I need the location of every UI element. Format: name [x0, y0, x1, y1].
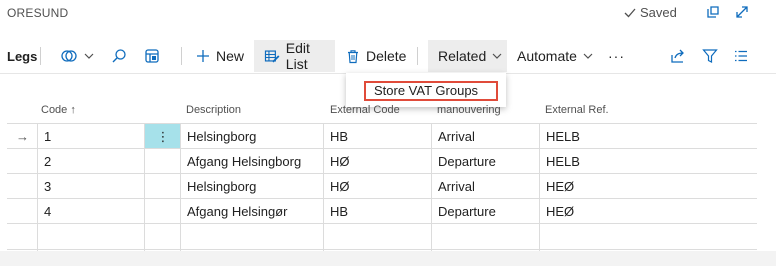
page-header: ORESUND Saved	[0, 0, 776, 28]
cell-manouvering[interactable]: Departure	[438, 149, 496, 174]
more-options-icon: ···	[608, 48, 625, 64]
cell-external-ref[interactable]: HEØ	[546, 174, 574, 199]
chevron-down-icon	[492, 53, 502, 59]
filter-pane-icon	[61, 50, 77, 62]
grid-column-divider	[37, 123, 38, 251]
grid-column-divider	[180, 123, 181, 251]
chevron-down-icon	[583, 53, 593, 59]
cell-code[interactable]: 1	[44, 124, 51, 149]
cell-external-code[interactable]: HB	[330, 124, 348, 149]
cell-external-code[interactable]: HØ	[330, 149, 350, 174]
trash-icon	[348, 49, 358, 63]
column-header-manouvering[interactable]: manouvering	[437, 98, 501, 122]
new-button-label: New	[216, 48, 245, 64]
toolbar-divider	[40, 47, 41, 65]
cell-description[interactable]: Helsingborg	[187, 124, 256, 149]
toolbar-divider	[417, 47, 418, 65]
toolbar-divider	[181, 47, 182, 65]
save-status: Saved	[623, 5, 677, 20]
search-icon	[112, 49, 126, 63]
cell-code[interactable]: 3	[44, 174, 51, 199]
filter-pane-toggle-button[interactable]	[60, 40, 94, 72]
list-view-button[interactable]	[733, 40, 749, 72]
cell-description[interactable]: Afgang Helsingborg	[187, 149, 301, 174]
cell-manouvering[interactable]: Departure	[438, 199, 496, 224]
table-row[interactable]: 2 Afgang Helsingborg HØ Departure HELB	[7, 148, 757, 174]
cell-external-ref[interactable]: HEØ	[546, 199, 574, 224]
cell-external-ref[interactable]: HELB	[546, 149, 580, 174]
plus-icon	[197, 50, 209, 62]
tab-legs[interactable]: Legs	[7, 40, 37, 72]
cell-external-code[interactable]: HØ	[330, 174, 350, 199]
current-row-arrow-icon: →	[16, 129, 29, 144]
chevron-down-icon	[84, 53, 94, 59]
column-header-code-label: Code	[41, 104, 68, 116]
new-button[interactable]: New	[196, 40, 244, 72]
cell-code[interactable]: 2	[44, 149, 51, 174]
cell-manouvering[interactable]: Arrival	[438, 174, 475, 199]
more-options-button[interactable]: ···	[608, 40, 625, 72]
automate-button-label: Automate	[517, 48, 577, 64]
column-header-code[interactable]: Code ↑	[41, 98, 76, 122]
related-menu-button[interactable]: Related	[428, 40, 507, 72]
row-actions-button[interactable]: ⋮	[145, 124, 181, 149]
list-icon	[735, 50, 747, 62]
delete-button-label: Delete	[366, 48, 407, 64]
cell-description[interactable]: Helsingborg	[187, 174, 256, 199]
table-row[interactable]: 3 Helsingborg HØ Arrival HEØ	[7, 173, 757, 199]
edit-list-button-label: Edit List	[285, 40, 310, 72]
cell-code[interactable]: 4	[44, 199, 51, 224]
filter-button[interactable]	[702, 40, 718, 72]
delete-button[interactable]: Delete	[346, 40, 406, 72]
edit-list-icon	[264, 50, 280, 63]
column-header-description[interactable]: Description	[186, 98, 241, 122]
grid-column-divider	[323, 123, 324, 251]
grid-column-divider	[144, 123, 145, 251]
grid-column-divider	[431, 123, 432, 251]
sort-ascending-icon: ↑	[70, 104, 76, 116]
cell-manouvering[interactable]: Arrival	[438, 124, 475, 149]
share-icon	[671, 49, 684, 63]
column-header-external-ref[interactable]: External Ref.	[545, 98, 609, 122]
automate-menu-button[interactable]: Automate	[517, 40, 593, 72]
cell-external-ref[interactable]: HELB	[546, 124, 580, 149]
new-empty-row[interactable]	[7, 223, 757, 250]
related-button-label: Related	[438, 48, 487, 64]
view-layout-button[interactable]	[144, 40, 160, 72]
table-row[interactable]: 4 Afgang Helsingør HB Departure HEØ	[7, 198, 757, 224]
expand-icon[interactable]	[734, 4, 750, 20]
tab-legs-label: Legs	[7, 48, 38, 64]
grid-column-divider	[539, 123, 540, 251]
share-button[interactable]	[670, 40, 686, 72]
open-in-new-window-icon[interactable]	[705, 4, 721, 20]
table-view-icon	[145, 49, 159, 63]
table-row[interactable]: → 1 ⋮ Helsingborg HB Arrival HELB	[7, 123, 757, 149]
column-header-external-code[interactable]: External Code	[330, 98, 400, 122]
saved-label: Saved	[640, 5, 677, 20]
cell-external-code[interactable]: HB	[330, 199, 348, 224]
cell-description[interactable]: Afgang Helsingør	[187, 199, 287, 224]
search-button[interactable]	[111, 40, 127, 72]
edit-list-button[interactable]: Edit List	[254, 40, 335, 72]
filter-icon	[702, 49, 718, 63]
page-title: ORESUND	[7, 6, 69, 20]
page-footer-area	[0, 251, 776, 266]
checkmark-icon	[624, 8, 636, 17]
action-bar: Legs New Edit List Delete Related Automa…	[0, 40, 776, 74]
